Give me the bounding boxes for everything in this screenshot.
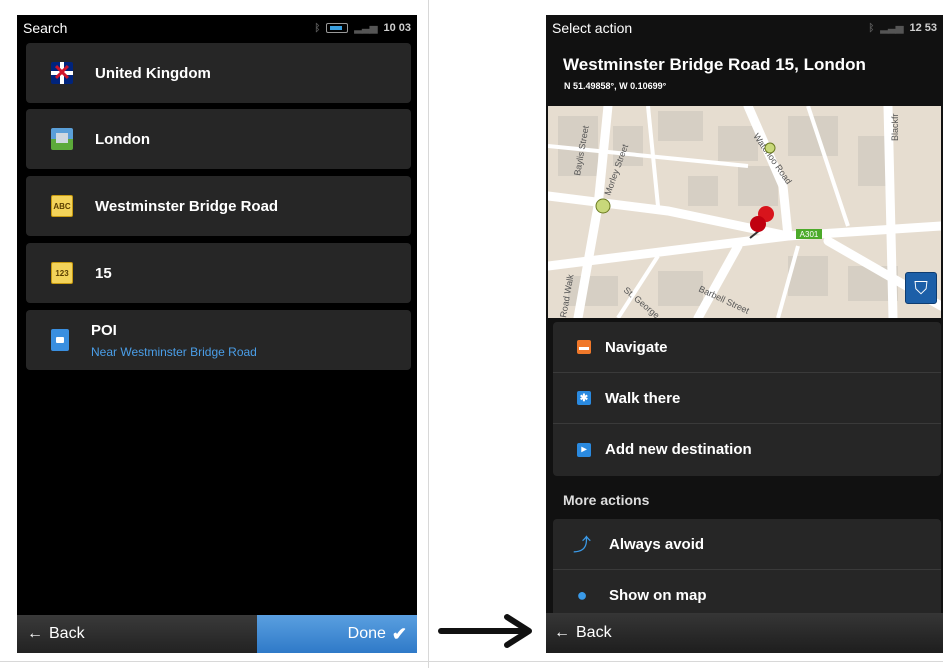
city-icon	[51, 128, 73, 150]
always-avoid-action[interactable]: ⤴ Always avoid	[553, 519, 941, 570]
gps-signal-icon: ▂▃▅	[880, 22, 904, 34]
gps-signal-icon: ▂▃▅	[354, 22, 378, 34]
walk-icon: ✱	[577, 391, 591, 405]
transition-arrow-icon	[438, 614, 532, 648]
bluetooth-icon: ᛒ	[868, 22, 875, 34]
list-item-house-number[interactable]: 123 15	[26, 243, 411, 303]
clock: 12 53	[909, 22, 937, 34]
bottom-bar: ← Back Done ✔	[17, 615, 417, 653]
list-item-poi[interactable]: POI Near Westminster Bridge Road	[26, 310, 411, 370]
list-item-city[interactable]: London	[26, 109, 411, 169]
screen-title: Select action	[552, 20, 633, 36]
add-destination-action[interactable]: ▸ Add new destination	[553, 424, 941, 475]
back-button[interactable]: ← Back	[546, 613, 943, 653]
status-bar: Select action ᛒ ▂▃▅ 12 53	[546, 15, 943, 41]
back-button[interactable]: ← Back	[17, 615, 257, 653]
back-arrow-icon: ←	[27, 625, 43, 642]
search-screen: Search ᛒ ▂▃▅ 10 03 ✕ United Kingdom Lond…	[17, 15, 417, 653]
map-icon: ⛉	[914, 277, 928, 298]
back-arrow-icon: ←	[554, 624, 570, 641]
fuel-icon	[51, 329, 69, 351]
add-destination-icon: ▸	[577, 442, 591, 457]
bottom-divider	[0, 661, 943, 662]
walk-there-action[interactable]: ✱ Walk there	[553, 373, 941, 424]
status-bar: Search ᛒ ▂▃▅ 10 03	[17, 15, 417, 41]
address-title: Westminster Bridge Road 15, London	[563, 55, 866, 74]
battery-icon	[326, 23, 349, 33]
navigate-action[interactable]: ▬ Navigate	[553, 322, 941, 373]
house-number-icon: 123	[51, 262, 73, 284]
panel-divider	[428, 0, 429, 668]
more-actions-header: More actions	[563, 492, 650, 508]
action-panel: ▬ Navigate ✱ Walk there ▸ Add new destin…	[553, 322, 941, 476]
map-pin-icon: ●	[576, 584, 588, 605]
street-sign-icon: ABC	[51, 195, 73, 217]
check-icon: ✔	[391, 623, 407, 644]
poi-sublabel: Near Westminster Bridge Road	[91, 344, 257, 359]
list-item-country[interactable]: ✕ United Kingdom	[26, 43, 411, 103]
map-view[interactable]: A301 Baylis Street Morley Street Waterlo…	[548, 106, 941, 318]
road-label-a301: A301	[800, 230, 819, 239]
uk-flag-icon: ✕	[51, 62, 73, 84]
screen-title: Search	[23, 20, 68, 36]
clock: 10 03	[383, 22, 411, 34]
map-mode-button[interactable]: ⛉	[905, 272, 937, 304]
select-action-screen: Select action ᛒ ▂▃▅ 12 53 Westminster Br…	[546, 15, 943, 653]
bluetooth-icon: ᛒ	[314, 22, 321, 34]
list-item-street[interactable]: ABC Westminster Bridge Road	[26, 176, 411, 236]
map-canvas: A301 Baylis Street Morley Street Waterlo…	[548, 106, 941, 318]
done-button[interactable]: Done ✔	[257, 615, 417, 653]
coordinates: N 51.49858°, W 0.10699°	[564, 81, 667, 91]
avoid-arrow-icon: ⤴	[573, 535, 591, 555]
car-icon: ▬	[577, 340, 591, 354]
svg-text:Blackfr: Blackfr	[890, 113, 900, 141]
